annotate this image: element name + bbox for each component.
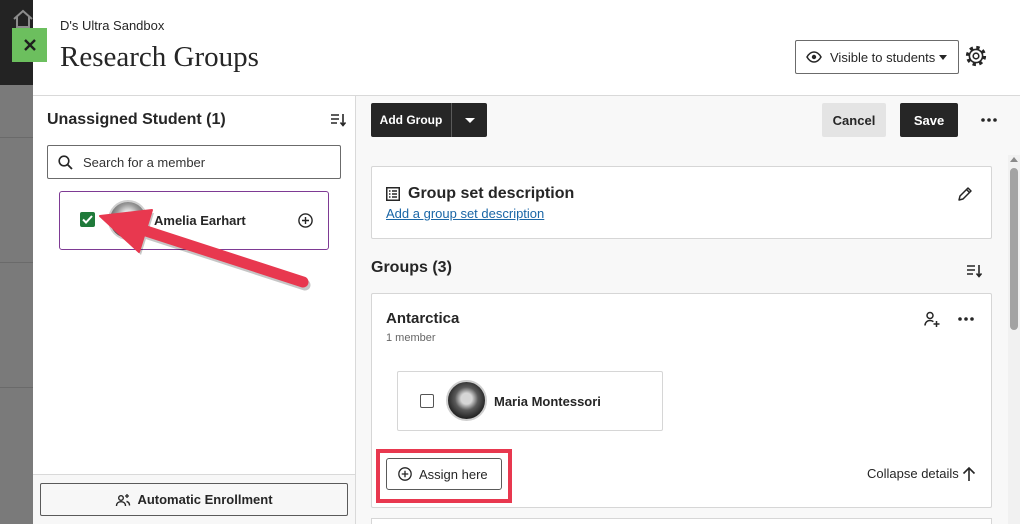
pencil-icon[interactable] (957, 186, 973, 202)
check-icon (82, 215, 93, 224)
plus-circle-icon[interactable] (298, 213, 313, 228)
search-icon (58, 155, 73, 170)
assign-here-button[interactable]: Assign here (386, 458, 502, 490)
collapse-details-label: Collapse details (867, 466, 959, 481)
home-icon (13, 9, 33, 28)
assign-here-label: Assign here (419, 466, 488, 482)
gear-icon[interactable] (965, 45, 987, 67)
sort-icon[interactable] (330, 112, 346, 128)
close-button[interactable] (12, 28, 47, 62)
scrollbar[interactable] (1008, 155, 1020, 524)
background-divider (0, 262, 33, 263)
caret-down-icon (464, 117, 475, 123)
group-member-count: 1 member (386, 332, 436, 344)
sort-icon[interactable] (966, 263, 982, 279)
group-name: Antarctica (386, 310, 460, 327)
group-card-next (371, 518, 992, 524)
background-divider (0, 387, 33, 388)
avatar (446, 380, 487, 421)
add-group-button[interactable]: Add Group (371, 103, 451, 137)
avatar (108, 200, 148, 240)
visibility-label: Visible to students (830, 49, 936, 65)
person-add-icon[interactable] (924, 311, 940, 327)
eye-icon (806, 51, 822, 63)
page-title: Research Groups (60, 41, 259, 73)
more-icon[interactable] (958, 317, 974, 321)
member-name: Maria Montessori (494, 394, 601, 409)
add-group-menu-button[interactable] (451, 103, 487, 137)
background-divider (0, 137, 33, 138)
save-button[interactable]: Save (900, 103, 958, 137)
list-icon (386, 187, 400, 201)
student-checkbox[interactable] (80, 212, 95, 227)
arrow-up-icon (962, 466, 975, 481)
automatic-enrollment-label: Automatic Enrollment (137, 492, 273, 507)
unassigned-sidebar: Unassigned Student (1) Amelia Earhart Au… (33, 96, 356, 524)
people-icon (116, 493, 131, 506)
member-card[interactable]: Maria Montessori (397, 371, 663, 431)
scrollbar-thumb[interactable] (1010, 168, 1018, 330)
scroll-up-arrow-icon[interactable] (1010, 157, 1018, 162)
caret-down-icon (939, 54, 948, 60)
add-description-link[interactable]: Add a group set description (386, 206, 544, 222)
collapse-details-button[interactable]: Collapse details (867, 466, 976, 482)
student-name: Amelia Earhart (154, 213, 246, 228)
background-page (0, 0, 33, 524)
groups-main: Add Group Cancel Save Group set descript… (356, 96, 1020, 524)
member-checkbox[interactable] (420, 394, 434, 408)
group-set-description-card: Group set description Add a group set de… (371, 166, 992, 239)
group-set-panel: D's Ultra Sandbox Research Groups Visibl… (33, 0, 1020, 524)
automatic-enrollment-button[interactable]: Automatic Enrollment (40, 483, 348, 516)
description-title: Group set description (408, 185, 575, 202)
unassigned-title: Unassigned Student (1) (47, 111, 226, 128)
student-card[interactable]: Amelia Earhart (59, 191, 329, 250)
cancel-button[interactable]: Cancel (822, 103, 886, 137)
group-card: Antarctica 1 member Maria Montessori Ass… (371, 293, 992, 508)
close-icon (23, 39, 36, 51)
more-icon[interactable] (981, 118, 997, 122)
groups-title: Groups (3) (371, 259, 452, 276)
course-name: D's Ultra Sandbox (60, 18, 165, 33)
visibility-dropdown[interactable]: Visible to students (795, 40, 959, 74)
plus-circle-icon (398, 467, 412, 481)
search-input[interactable] (47, 145, 341, 179)
member-search (47, 145, 341, 179)
sidebar-footer: Automatic Enrollment (33, 474, 355, 524)
